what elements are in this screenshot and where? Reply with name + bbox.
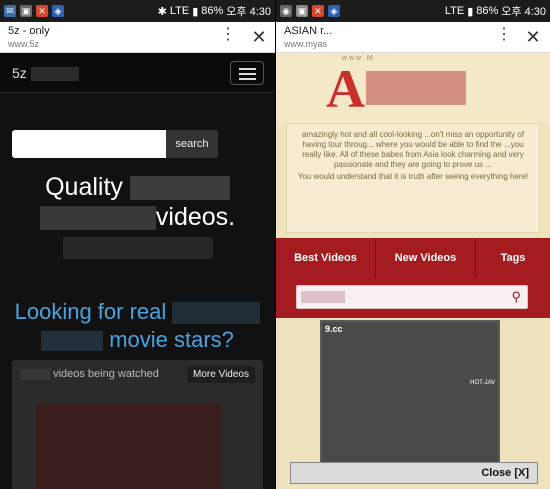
screenshot: ✉ ▣ ✕ ◈ ✱ LTE ▮ 86% 오후 4:30 5z - only ww… xyxy=(0,0,550,489)
signal-icon: ▮ xyxy=(467,5,474,18)
custom-tab-bar[interactable]: 5z - only www.5z ⋮ ✕ xyxy=(0,22,275,53)
hamburger-menu-button[interactable] xyxy=(230,61,264,85)
video-thumbnail[interactable]: 9.cc HOT-JAV xyxy=(320,320,500,470)
status-bar: ✉ ▣ ✕ ◈ ✱ LTE ▮ 86% 오후 4:30 xyxy=(0,0,275,22)
more-videos-button[interactable]: More Videos xyxy=(187,366,255,383)
hero-heading: Quality videos. xyxy=(0,172,275,262)
network-label: LTE xyxy=(444,5,465,17)
clock: 오후 4:30 xyxy=(226,6,271,18)
network-label: LTE xyxy=(169,5,190,17)
status-bar: ◉ ▣ ✕ ◈ LTE ▮ 86% 오후 4:30 xyxy=(276,0,550,22)
search-icon[interactable]: ⚲ xyxy=(511,289,521,305)
search-input[interactable]: ⚲ xyxy=(296,285,528,309)
site-logo[interactable]: A xyxy=(326,61,476,117)
ad-close-bar[interactable]: Close [X] xyxy=(290,462,538,484)
overflow-menu-icon[interactable]: ⋮ xyxy=(220,27,236,43)
search-form: search xyxy=(12,130,218,158)
video-thumbnail[interactable] xyxy=(36,404,222,489)
left-browser-pane: ✉ ▣ ✕ ◈ ✱ LTE ▮ 86% 오후 4:30 5z - only ww… xyxy=(0,0,275,489)
notification-icon: ✉ xyxy=(4,5,16,17)
site-header: w w w . M A xyxy=(276,53,550,123)
muted-icon: ✕ xyxy=(312,5,324,17)
site-navbar: 5z xyxy=(0,53,275,93)
close-icon[interactable]: ✕ xyxy=(524,27,542,48)
search-button[interactable]: search xyxy=(166,130,218,158)
thumbnail-watermark: 9.cc xyxy=(325,324,343,334)
page-title: 5z - only xyxy=(8,25,50,37)
battery-label: 86% xyxy=(476,5,499,17)
intro-text: amazingly hot and all cool-looking ...on… xyxy=(286,123,540,233)
page-title: ASIAN r... xyxy=(284,25,333,37)
muted-icon: ✕ xyxy=(36,5,48,17)
logo-letter: A xyxy=(326,59,365,119)
site-tabs: Best Videos New Videos Tags xyxy=(276,238,550,278)
clock: 오후 4:30 xyxy=(501,6,546,18)
panel-heading: videos being watched xyxy=(20,368,159,380)
tab-new-videos[interactable]: New Videos xyxy=(376,238,476,278)
battery-label: 86% xyxy=(201,5,224,17)
search-bar-wrap: ⚲ xyxy=(276,278,550,318)
tagline: Looking for real movie stars? xyxy=(0,298,275,354)
bluetooth-icon: ✱ xyxy=(157,5,167,18)
close-icon[interactable]: ✕ xyxy=(250,27,268,48)
tab-tags[interactable]: Tags xyxy=(476,238,550,278)
search-input[interactable] xyxy=(12,130,166,158)
image-icon: ▣ xyxy=(20,5,32,17)
site-brand[interactable]: 5z xyxy=(12,65,79,82)
right-browser-pane: ◉ ▣ ✕ ◈ LTE ▮ 86% 오후 4:30 ASIAN r... www… xyxy=(276,0,550,489)
tab-best-videos[interactable]: Best Videos xyxy=(276,238,376,278)
image-icon: ▣ xyxy=(296,5,308,17)
thumbnail-watermark-small: HOT-JAV xyxy=(470,380,495,386)
custom-tab-bar[interactable]: ASIAN r... www.myas ⋮ ✕ xyxy=(276,22,550,53)
shield-icon: ◈ xyxy=(328,5,340,17)
videos-panel: videos being watched More Videos xyxy=(12,360,263,489)
close-button[interactable]: Close [X] xyxy=(481,467,529,479)
signal-icon: ▮ xyxy=(192,5,199,18)
shield-icon: ◈ xyxy=(52,5,64,17)
overflow-menu-icon[interactable]: ⋮ xyxy=(496,27,512,43)
app-icon: ◉ xyxy=(280,5,292,17)
